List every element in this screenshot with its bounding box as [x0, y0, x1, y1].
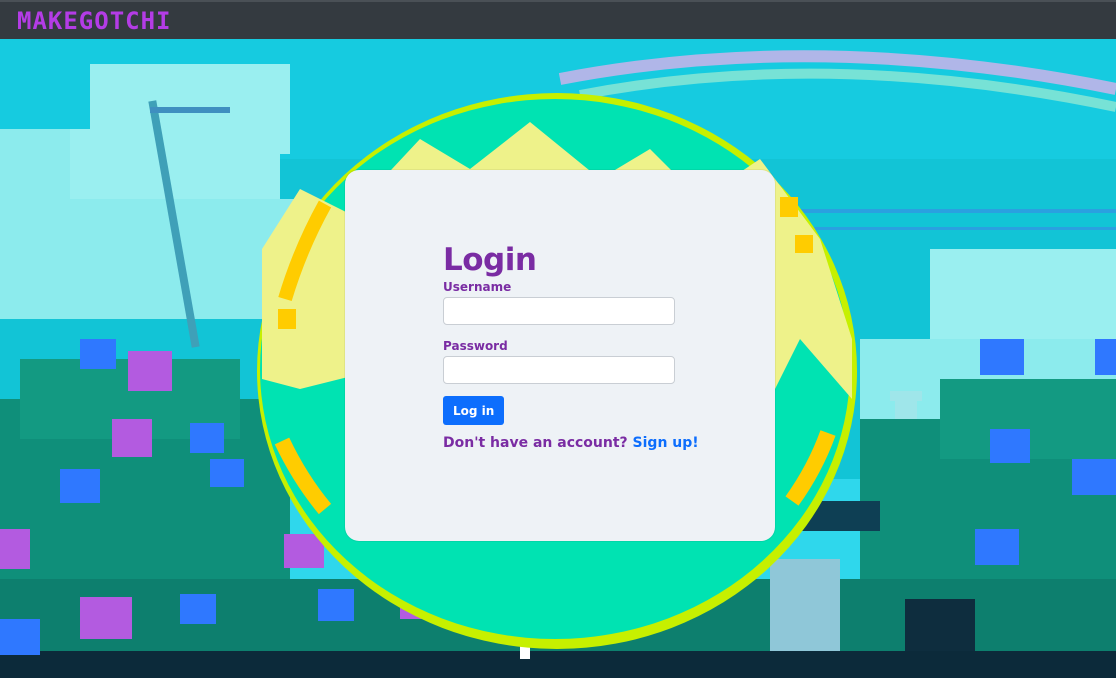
field-gap: [443, 325, 675, 337]
login-button[interactable]: Log in: [443, 396, 505, 425]
password-input[interactable]: [443, 356, 675, 384]
top-navbar: MAKEGOTCHI: [0, 0, 1116, 39]
brand-logo[interactable]: MAKEGOTCHI: [17, 7, 172, 35]
signup-link[interactable]: Sign up!: [633, 435, 699, 451]
password-label: Password: [443, 339, 508, 353]
login-card: Login Username Password Log in Don't hav…: [345, 170, 775, 541]
signup-prompt-text: Don't have an account?: [443, 435, 628, 451]
username-input[interactable]: [443, 297, 675, 325]
signup-prompt-line: Don't have an account? Sign up!: [443, 435, 699, 451]
login-title: Login: [443, 242, 537, 278]
login-form: Login Username Password Log in Don't hav…: [443, 242, 699, 451]
username-label: Username: [443, 280, 512, 294]
